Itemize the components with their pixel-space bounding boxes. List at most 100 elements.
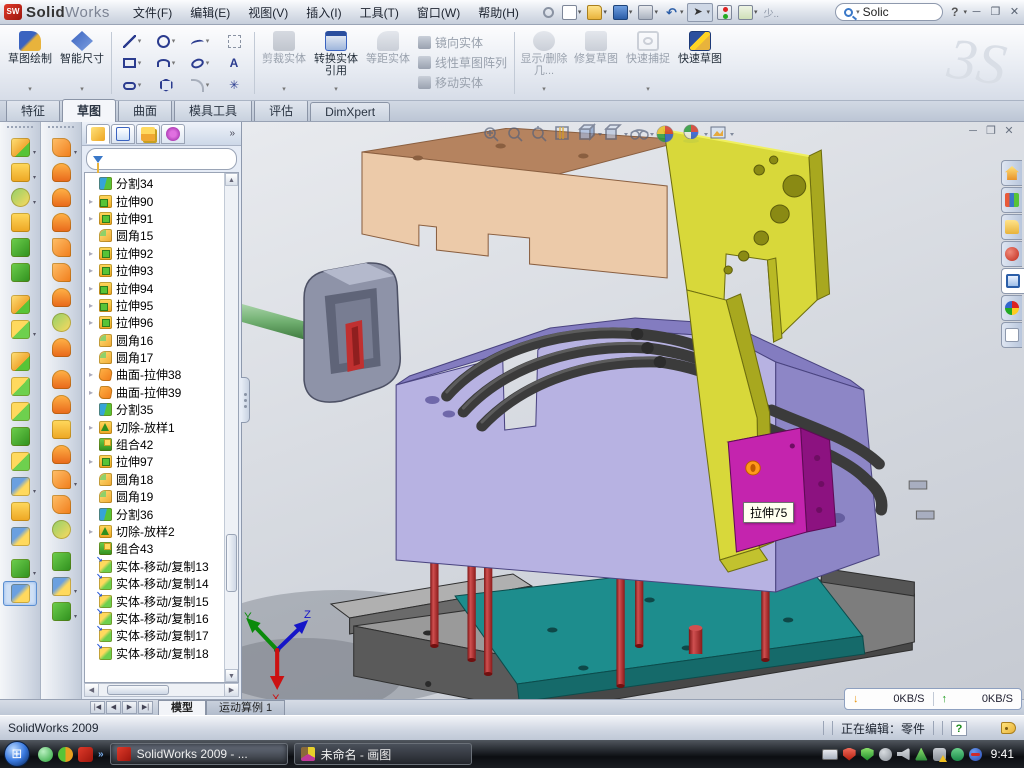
scroll-up-arrow[interactable]: ▲ [225, 173, 238, 186]
curve-tool-button[interactable]: ▾ [44, 599, 78, 624]
dropdown-caret-icon[interactable]: ▾ [80, 84, 84, 96]
scroll-down-arrow[interactable]: ▼ [225, 669, 238, 682]
taskbar-button-paint[interactable]: 未命名 - 画图 [294, 743, 472, 765]
tree-item-圆角15[interactable]: 圆角15 [89, 227, 224, 244]
swept-boss-button[interactable] [3, 210, 37, 235]
quick-tips-button[interactable]: ? [951, 721, 967, 736]
instant3d-button[interactable] [3, 581, 37, 606]
dropdown-caret-icon[interactable]: ▾ [74, 149, 77, 156]
open-button[interactable]: ▾ [585, 4, 609, 21]
dropdown-caret-icon[interactable]: ▾ [282, 84, 286, 96]
polygon-button[interactable] [149, 74, 183, 96]
restore-button[interactable]: ❐ [987, 5, 1004, 20]
help-caret-icon[interactable]: ▾ [963, 8, 967, 16]
display-style-icon[interactable] [606, 125, 620, 139]
draft-button[interactable] [3, 292, 37, 317]
appearances-tab[interactable] [1001, 295, 1022, 321]
dropdown-caret-icon[interactable]: ▾ [172, 37, 176, 45]
scroll-left-arrow[interactable]: ◀ [85, 684, 99, 696]
ellipse-button[interactable]: ▾ [183, 52, 217, 74]
curve-button[interactable]: ▾ [3, 556, 37, 581]
media-quicklaunch-icon[interactable] [58, 747, 73, 762]
tree-item-曲面-拉伸39[interactable]: ▸曲面-拉伸39 [89, 384, 224, 401]
tree-horizontal-scrollbar[interactable]: ◀ ▶ [84, 683, 239, 697]
thicken-button[interactable]: ▾ [44, 467, 78, 492]
zoom-fit-icon[interactable] [485, 128, 498, 141]
zoom-magnify-icon[interactable] [533, 126, 546, 141]
tree-item-实体-移动/复制16[interactable]: 实体-移动/复制16 [89, 610, 224, 627]
dropdown-caret-icon[interactable]: ▾ [206, 59, 210, 67]
dropdown-caret-icon[interactable]: ▾ [629, 8, 633, 16]
model-part-handle[interactable] [242, 304, 306, 340]
dropdown-caret-icon[interactable]: ▾ [33, 149, 36, 156]
tab-nav-2[interactable]: ▶ [122, 701, 137, 714]
guard-tray-icon[interactable] [861, 748, 874, 761]
expand-arrow-icon[interactable]: ▸ [89, 457, 99, 466]
expand-arrow-icon[interactable]: ▸ [89, 266, 99, 275]
tree-item-拉伸97[interactable]: ▸拉伸97 [89, 453, 224, 470]
tree-item-拉伸91[interactable]: ▸拉伸91 [89, 210, 224, 227]
dropdown-caret-icon[interactable]: ▾ [138, 81, 142, 89]
dropdown-caret-icon[interactable]: ▾ [74, 588, 77, 595]
filled-surface-button[interactable] [44, 492, 78, 517]
tab-草图[interactable]: 草图 [62, 99, 116, 122]
dropdown-caret-icon[interactable]: ▾ [603, 8, 607, 16]
model-part-clamp-insert[interactable] [242, 263, 400, 402]
property-manager-tab[interactable] [111, 124, 135, 144]
tab-模型[interactable]: 模型 [158, 700, 206, 715]
dropdown-caret-icon[interactable]: ▾ [172, 59, 176, 67]
spline-button[interactable]: ▾ [183, 30, 217, 52]
display-delete-relations-button[interactable]: 显示/删除几...▾ [518, 28, 570, 98]
dropdown-caret-icon[interactable]: ▾ [33, 174, 36, 181]
print-button[interactable]: ▾ [636, 4, 660, 21]
performance-button[interactable] [715, 4, 734, 21]
tree-item-组合43[interactable]: 组合43 [89, 540, 224, 557]
doc-restore-button[interactable]: ❐ [982, 124, 1000, 139]
extend-surface-button[interactable] [44, 335, 78, 360]
apply-scene-icon[interactable] [683, 125, 699, 143]
file-explorer-tab[interactable] [1001, 214, 1022, 240]
select-box-button[interactable] [217, 30, 251, 52]
undo-button[interactable]: ↶▾ [662, 4, 686, 21]
expand-arrow-icon[interactable]: ▸ [89, 249, 99, 258]
tree-item-实体-移动/复制13[interactable]: 实体-移动/复制13 [89, 558, 224, 575]
tree-item-拉伸92[interactable]: ▸拉伸92 [89, 245, 224, 262]
tree-item-拉伸96[interactable]: ▸拉伸96 [89, 314, 224, 331]
tree-item-拉伸95[interactable]: ▸拉伸95 [89, 297, 224, 314]
expand-arrow-icon[interactable]: ▸ [89, 318, 99, 327]
dropdown-caret-icon[interactable]: ▾ [542, 84, 546, 96]
keyboard-layout-icon[interactable] [822, 749, 838, 760]
point-tool-button[interactable]: ▾ [44, 574, 78, 599]
tree-item-实体-移动/复制17[interactable]: 实体-移动/复制17 [89, 627, 224, 644]
sync-tray-icon[interactable] [969, 748, 982, 761]
edit-appearance-icon[interactable] [657, 126, 673, 142]
dropdown-caret-icon[interactable]: ▾ [680, 8, 684, 16]
expand-arrow-icon[interactable]: ▸ [89, 527, 99, 536]
tab-nav-0[interactable]: |◀ [90, 701, 105, 714]
boundary-surface-button[interactable] [44, 235, 78, 260]
view-settings-icon[interactable] [711, 127, 725, 138]
expand-arrow-icon[interactable]: ▸ [89, 197, 99, 206]
delete-face-button[interactable] [44, 392, 78, 417]
fillet-button[interactable]: ▾ [3, 185, 37, 210]
model-part-top-clamp-plate[interactable] [362, 128, 687, 278]
options-button[interactable]: ▾ [736, 4, 760, 21]
taskbar-button-sw[interactable]: SolidWorks 2009 - ... [110, 743, 288, 765]
hide-show-items-icon[interactable] [631, 130, 648, 139]
pin-button[interactable] [539, 4, 558, 21]
dropdown-caret-icon[interactable]: ▾ [206, 81, 210, 89]
split-button[interactable] [3, 374, 37, 399]
dropdown-caret-icon[interactable]: ▾ [334, 84, 338, 96]
tab-nav-3[interactable]: ▶| [138, 701, 153, 714]
dropdown-caret-icon[interactable]: ▾ [74, 613, 77, 620]
select-button[interactable]: ➤▾ [687, 3, 713, 22]
reference-plane-button[interactable] [3, 499, 37, 524]
menu-item-6[interactable]: 帮助(H) [469, 0, 528, 24]
tree-item-拉伸90[interactable]: ▸拉伸90 [89, 192, 224, 209]
security-tray-icon[interactable] [951, 748, 964, 761]
reference-axis-button[interactable] [3, 524, 37, 549]
dropdown-caret-icon[interactable]: ▾ [754, 8, 758, 16]
tree-item-拉伸94[interactable]: ▸拉伸94 [89, 279, 224, 296]
sketch-fillet-button[interactable]: ▾ [183, 74, 217, 96]
move-copy-body-button[interactable] [3, 449, 37, 474]
